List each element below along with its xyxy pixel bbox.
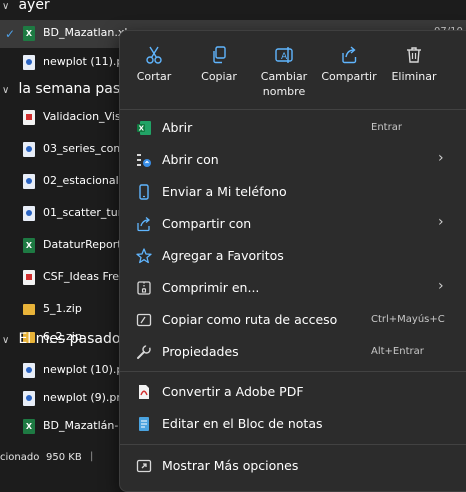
group-header-ayer[interactable]: ∨ ayer (0, 0, 50, 17)
menu-label: Enviar a Mi teléfono (162, 184, 287, 199)
notepad-icon (136, 416, 152, 432)
image-icon (23, 363, 35, 378)
html-icon (23, 110, 35, 125)
html-icon (23, 142, 35, 157)
menu-divider (120, 109, 466, 110)
share-icon (316, 45, 382, 65)
menu-item-mas-opciones[interactable]: Mostrar Más opciones (120, 452, 466, 480)
adobe-pdf-icon (136, 384, 152, 400)
status-size: 950 KB (46, 452, 82, 463)
chevron-right-icon: › (438, 214, 444, 230)
status-divider: | (90, 451, 94, 462)
file-name: 5_1.zip (43, 302, 82, 315)
menu-label: Comprimir en... (162, 280, 260, 295)
rename-button[interactable]: A Cambiar nombre (254, 45, 314, 105)
chevron-down-icon: ∨ (2, 335, 10, 346)
menu-shortcut: Entrar (371, 122, 402, 133)
star-icon (136, 248, 152, 264)
menu-label: Mostrar Más opciones (162, 458, 299, 473)
chevron-down-icon: ∨ (2, 85, 10, 96)
menu-item-bloc-notas[interactable]: Editar en el Bloc de notas (120, 410, 466, 438)
menu-item-enviar-telefono[interactable]: Enviar a Mi teléfono (120, 178, 466, 206)
share-label: Compartir (321, 70, 377, 83)
menu-shortcut: Ctrl+Mayús+C (371, 314, 445, 325)
zip-icon (23, 304, 35, 315)
excel-icon (23, 238, 35, 253)
excel-icon (23, 26, 35, 41)
menu-label: Propiedades (162, 344, 239, 359)
cut-button[interactable]: Cortar (122, 45, 186, 105)
group-header-mes-pasado[interactable]: ∨ El mes pasado (0, 331, 120, 351)
menu-item-abrir-con[interactable]: Abrir con › (120, 146, 466, 174)
scissors-icon (122, 45, 186, 65)
share-icon (136, 216, 152, 232)
excel-icon: X (136, 120, 152, 136)
menu-label: Convertir a Adobe PDF (162, 384, 304, 399)
html-icon (23, 174, 35, 189)
share-button[interactable]: Compartir (316, 45, 382, 105)
menu-item-adobe-pdf[interactable]: Convertir a Adobe PDF (120, 378, 466, 406)
delete-button[interactable]: Eliminar (384, 45, 444, 105)
context-menu: Cortar Copiar A Cambiar nombre Compartir… (119, 30, 466, 492)
menu-item-propiedades[interactable]: Propiedades Alt+Entrar (120, 338, 466, 366)
cut-label: Cortar (136, 70, 172, 83)
image-icon (23, 55, 35, 70)
menu-item-compartir-con[interactable]: Compartir con › (120, 210, 466, 238)
chevron-right-icon: › (438, 278, 444, 294)
copy-icon (188, 45, 250, 65)
menu-item-comprimir[interactable]: Comprimir en... › (120, 274, 466, 302)
phone-icon (136, 184, 152, 200)
menu-item-favoritos[interactable]: Agregar a Favoritos (120, 242, 466, 270)
open-with-icon (136, 152, 152, 168)
path-icon (136, 312, 152, 328)
chevron-right-icon: › (438, 150, 444, 166)
group-title: ayer (18, 0, 50, 13)
menu-label: Abrir (162, 120, 193, 135)
rename-icon: A (254, 45, 314, 65)
rename-label: Cambiar nombre (260, 70, 308, 98)
menu-label: Copiar como ruta de acceso (162, 312, 338, 327)
menu-label: Agregar a Favoritos (162, 248, 284, 263)
group-title: El mes pasado (18, 331, 121, 347)
delete-label: Eliminar (391, 70, 437, 83)
trash-icon (384, 45, 444, 65)
checkmark-icon[interactable]: ✓ (5, 27, 15, 41)
menu-item-copiar-ruta[interactable]: Copiar como ruta de acceso Ctrl+Mayús+C (120, 306, 466, 334)
menu-item-abrir[interactable]: X Abrir Entrar (120, 114, 466, 142)
more-options-icon (136, 458, 152, 474)
menu-label: Abrir con (162, 152, 219, 167)
copy-label: Copiar (201, 70, 237, 83)
copy-button[interactable]: Copiar (188, 45, 250, 105)
menu-label: Editar en el Bloc de notas (162, 416, 323, 431)
status-selected-text: cionado (0, 452, 40, 463)
menu-divider (120, 444, 466, 445)
html-icon (23, 206, 35, 221)
menu-divider (120, 371, 466, 372)
excel-icon (23, 419, 35, 434)
menu-shortcut: Alt+Entrar (371, 346, 424, 357)
chevron-down-icon: ∨ (2, 1, 10, 12)
svg-text:A: A (281, 52, 288, 62)
pdf-icon (23, 270, 35, 285)
svg-text:X: X (139, 125, 145, 133)
file-name: newplot (9).png (43, 391, 131, 404)
zip-icon (136, 280, 152, 296)
wrench-icon (136, 344, 152, 360)
image-icon (23, 391, 35, 406)
menu-label: Compartir con (162, 216, 252, 231)
